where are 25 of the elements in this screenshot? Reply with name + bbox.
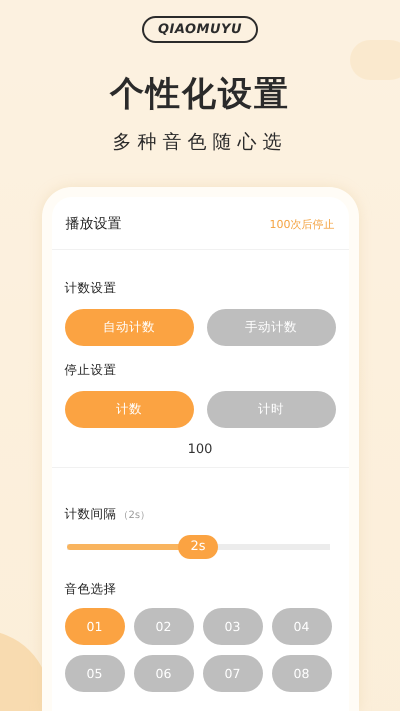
tone-option[interactable]: 03: [202, 608, 262, 645]
interval-hint: （2s）: [118, 510, 150, 521]
tone-option[interactable]: 07: [202, 655, 262, 692]
interval-slider[interactable]: 2s: [66, 535, 330, 559]
count-mode-option[interactable]: 自动计数: [64, 309, 194, 346]
tone-option[interactable]: 04: [272, 608, 332, 645]
brand-badge: QIAOMUYU: [142, 16, 258, 43]
section-label: 计数设置: [64, 280, 118, 297]
tone-option[interactable]: 05: [64, 655, 124, 692]
section-label: 停止设置: [64, 362, 118, 379]
stop-mode-option[interactable]: 计数: [64, 391, 194, 428]
stop-value: 100: [186, 442, 214, 457]
subtitle: 多种音色随心选: [112, 130, 288, 155]
section-label: 计数间隔: [64, 506, 116, 521]
tone-option[interactable]: 02: [134, 608, 194, 645]
section-label: 音色选择: [64, 581, 118, 598]
tone-option[interactable]: 06: [134, 655, 194, 692]
headline: 个性化设置: [110, 73, 290, 116]
tone-option[interactable]: 01: [64, 608, 124, 645]
slider-thumb[interactable]: 2s: [178, 535, 218, 559]
stop-status: 100次后停止: [270, 216, 334, 232]
count-mode-option[interactable]: 手动计数: [206, 309, 336, 346]
screen-title: 播放设置: [66, 215, 122, 233]
stop-mode-option[interactable]: 计时: [206, 391, 336, 428]
tone-option[interactable]: 08: [272, 655, 332, 692]
